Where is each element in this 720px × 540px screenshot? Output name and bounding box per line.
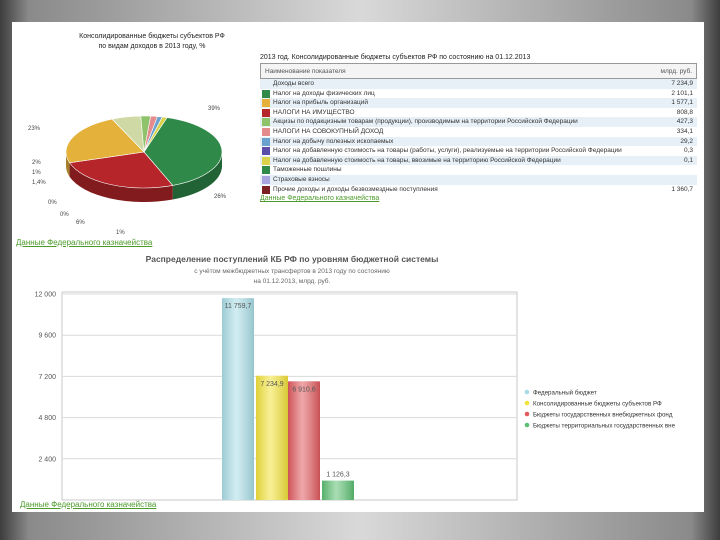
legend-label: Федеральный бюджет [533, 390, 597, 397]
y-tick-label: 2 400 [38, 456, 56, 463]
y-tick-label: 12 000 [35, 292, 57, 299]
y-tick-label: 7 200 [38, 374, 56, 381]
report-sheet: Консолидированные бюджеты субъектов РФ п… [12, 22, 704, 512]
bar-highlight [288, 381, 320, 500]
bar-value-label: 7 234,9 [260, 381, 283, 388]
legend-marker [524, 389, 530, 395]
bar-highlight [256, 375, 288, 500]
legend-label: Бюджеты территориальных государственных … [533, 423, 676, 430]
bar-source-link[interactable]: Данные Федерального казначейства [20, 500, 156, 509]
legend-marker [524, 422, 530, 428]
bar-value-label: 6 910,6 [292, 386, 315, 393]
bar-highlight [322, 480, 354, 500]
legend-label: Бюджеты государственных внебюджетных фон… [533, 412, 673, 419]
legend-label: Консолидированные бюджеты субъектов РФ [533, 401, 662, 408]
bar-chart: 2 400 4 800 7 200 9 600 12 000 11 759,7 7 234,… [35, 291, 676, 501]
y-tick-label: 4 800 [38, 415, 56, 422]
y-tick-label: 9 600 [38, 333, 56, 340]
legend-marker [524, 400, 530, 406]
bar-highlight [222, 298, 254, 500]
bar-value-label: 1 126,3 [326, 472, 349, 479]
bar-value-label: 11 759,7 [225, 303, 252, 310]
legend-marker [524, 411, 530, 417]
